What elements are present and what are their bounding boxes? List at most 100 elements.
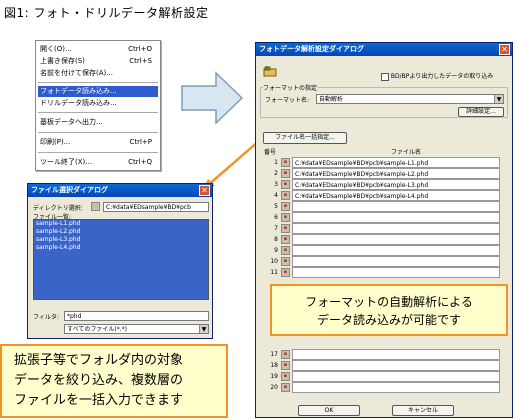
- table-row[interactable]: 3 ▪ C:¥data¥EDsample¥BD¥pcb¥sample-L3.phd: [262, 179, 500, 190]
- file-icon[interactable]: ▪: [281, 268, 290, 277]
- filename-cell[interactable]: [292, 245, 500, 256]
- format-settings-dialog: フォトデータ解析設定ダイアログ ✕ BD/BPより出力したデータの取り込み フォー…: [255, 42, 513, 418]
- filename-cell[interactable]: [292, 234, 500, 245]
- file-icon[interactable]: ▪: [281, 235, 290, 244]
- list-item[interactable]: sample-L3.phd: [34, 236, 208, 244]
- folder-open-icon[interactable]: [263, 65, 277, 77]
- close-icon[interactable]: ✕: [199, 185, 210, 196]
- table-row[interactable]: 2 ▪ C:¥data¥EDsample¥BD¥pcb¥sample-L2.phd: [262, 168, 500, 179]
- list-item[interactable]: sample-L1.phd: [34, 220, 208, 228]
- table-row[interactable]: 4 ▪ C:¥data¥EDsample¥BD¥pcb¥sample-L4.phd: [262, 190, 500, 201]
- table-row[interactable]: 10 ▪: [262, 256, 500, 267]
- file-icon[interactable]: ▪: [281, 169, 290, 178]
- row-number: 8: [274, 236, 278, 243]
- menu-separator: [38, 82, 158, 83]
- figure-title: 図1: フォト・ドリルデータ解析設定: [4, 6, 209, 20]
- row-number: 20: [270, 384, 278, 391]
- menu-item-save[interactable]: 上書き保存(S) Ctrl+S: [38, 56, 158, 67]
- file-icon[interactable]: ▪: [281, 257, 290, 266]
- bdbp-checkbox[interactable]: [381, 72, 389, 81]
- file-list[interactable]: sample-L1.phd sample-L2.phd sample-L3.ph…: [33, 219, 209, 300]
- file-icon[interactable]: ▪: [281, 350, 290, 359]
- table-row[interactable]: 17 ▪: [262, 349, 500, 360]
- filter-input[interactable]: *phd: [64, 311, 209, 321]
- row-number: 1: [274, 159, 278, 166]
- menu-item-photo-import[interactable]: フォトデータ読み込み...: [38, 86, 158, 97]
- file-icon[interactable]: ▪: [281, 372, 290, 381]
- chevron-down-icon: ▼: [199, 325, 208, 333]
- table-row[interactable]: 7 ▪: [262, 223, 500, 234]
- filename-cell[interactable]: [292, 212, 500, 223]
- filename-cell[interactable]: C:¥data¥EDsample¥BD¥pcb¥sample-L2.phd: [292, 168, 500, 179]
- table-row[interactable]: 19 ▪: [262, 371, 500, 382]
- filename-cell[interactable]: [292, 256, 500, 267]
- format-group-label: フォーマットの指定: [263, 83, 318, 92]
- file-icon[interactable]: ▪: [281, 202, 290, 211]
- filetype-select[interactable]: すべてのファイル(*.*) ▼: [64, 324, 209, 334]
- list-item[interactable]: sample-L4.phd: [34, 244, 208, 252]
- file-icon[interactable]: ▪: [281, 224, 290, 233]
- menu-item-drill-import[interactable]: ドリルデータ読み込み...: [38, 98, 158, 109]
- table-row[interactable]: 1 ▪ C:¥data¥EDsample¥BD¥pcb¥sample-L1.phd: [262, 157, 500, 168]
- menu-item-board-export[interactable]: 基板データへ出力...: [38, 117, 158, 128]
- filename-cell[interactable]: [292, 360, 500, 371]
- file-icon[interactable]: ▪: [281, 361, 290, 370]
- row-number: 4: [274, 192, 278, 199]
- filter-label: フィルタ:: [33, 314, 59, 321]
- table-row[interactable]: 5 ▪: [262, 201, 500, 212]
- row-number: 2: [274, 170, 278, 177]
- table-row[interactable]: 6 ▪: [262, 212, 500, 223]
- filename-cell[interactable]: [292, 223, 500, 234]
- menu-separator: [38, 152, 158, 153]
- row-number: 6: [274, 214, 278, 221]
- file-icon[interactable]: ▪: [281, 191, 290, 200]
- table-row[interactable]: 8 ▪: [262, 234, 500, 245]
- filename-cell[interactable]: [292, 267, 500, 278]
- menu-item-print[interactable]: 印刷(P)... Ctrl+P: [38, 137, 158, 148]
- directory-label: ディレクトリ選択:: [33, 205, 83, 212]
- filename-cell[interactable]: [292, 371, 500, 382]
- directory-field[interactable]: C:¥data¥EDsample¥BD¥pcb: [103, 202, 209, 212]
- filename-cell[interactable]: [292, 201, 500, 212]
- table-row[interactable]: 9 ▪: [262, 245, 500, 256]
- row-number: 10: [270, 258, 278, 265]
- filename-cell[interactable]: [292, 349, 500, 360]
- row-number: 9: [274, 247, 278, 254]
- ok-button[interactable]: OK: [298, 405, 360, 416]
- list-item[interactable]: sample-L2.phd: [34, 228, 208, 236]
- filename-cell[interactable]: [292, 382, 500, 393]
- row-number: 11: [270, 269, 278, 276]
- dialog-title-bar: ファイル選択ダイアログ ✕: [28, 184, 212, 197]
- row-number: 17: [270, 351, 278, 358]
- callout-auto-analysis: フォーマットの自動解析による データ読み込みが可能です: [270, 284, 508, 336]
- filename-cell[interactable]: C:¥data¥EDsample¥BD¥pcb¥sample-L4.phd: [292, 190, 500, 201]
- filename-cell[interactable]: C:¥data¥EDsample¥BD¥pcb¥sample-L3.phd: [292, 179, 500, 190]
- file-icon[interactable]: ▪: [281, 246, 290, 255]
- format-select[interactable]: 自動解析 ▼: [316, 94, 504, 104]
- filename-cell[interactable]: C:¥data¥EDsample¥BD¥pcb¥sample-L1.phd: [292, 157, 500, 168]
- browse-folder-icon[interactable]: [91, 202, 100, 211]
- bdbp-import-option[interactable]: BD/BPより出力したデータの取り込み: [381, 71, 493, 81]
- detail-settings-button[interactable]: 詳細設定...: [458, 107, 504, 117]
- menu-item-exit[interactable]: ツール終了(X)... Ctrl+Q: [38, 157, 158, 168]
- close-icon[interactable]: ✕: [499, 44, 510, 55]
- row-number: 18: [270, 362, 278, 369]
- table-row[interactable]: 20 ▪: [262, 382, 500, 393]
- callout-bulk-input: 拡張子等でフォルダ内の対象 データを絞り込み、複数層の ファイルを一括入力できま…: [0, 344, 228, 418]
- file-icon[interactable]: ▪: [281, 158, 290, 167]
- menu-item-save-as[interactable]: 名前を付けて保存(A)...: [38, 68, 158, 79]
- column-header-number: 番号: [264, 149, 277, 156]
- file-icon[interactable]: ▪: [281, 383, 290, 392]
- menu-separator: [38, 132, 158, 133]
- menu-item-open[interactable]: 開く(O)... Ctrl+O: [38, 44, 158, 55]
- file-icon[interactable]: ▪: [281, 213, 290, 222]
- table-row[interactable]: 11 ▪: [262, 267, 500, 278]
- right-arrow-icon: [181, 71, 244, 125]
- menu-separator: [38, 112, 158, 113]
- row-number: 7: [274, 225, 278, 232]
- dialog-title-bar: フォトデータ解析設定ダイアログ ✕: [256, 43, 512, 56]
- bulk-filename-button[interactable]: ファイル名一括指定...: [263, 132, 347, 144]
- cancel-button[interactable]: キャンセル: [392, 405, 454, 416]
- file-icon[interactable]: ▪: [281, 180, 290, 189]
- table-row[interactable]: 18 ▪: [262, 360, 500, 371]
